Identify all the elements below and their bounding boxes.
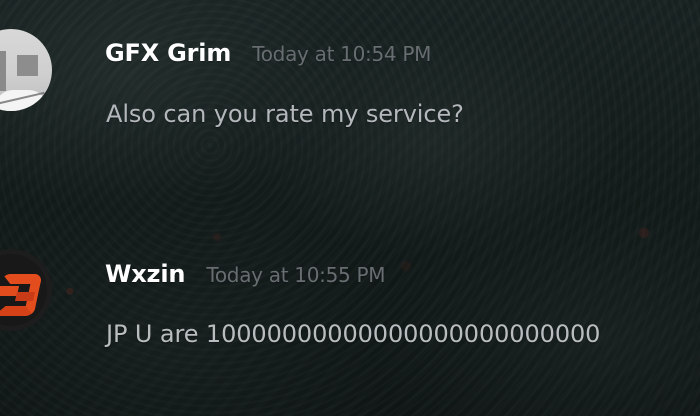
chat-message: GFX Grim Today at 10:54 PM Also can you …	[0, 29, 700, 151]
message-text: Also can you rate my service?	[106, 100, 464, 128]
message-header: GFX Grim Today at 10:54 PM	[105, 41, 431, 65]
message-text: JP U are 10000000000000000000000000	[106, 320, 601, 348]
username[interactable]: Wxzin	[105, 262, 185, 286]
chat-message: Wxzin Today at 10:55 PM JP U are 1000000…	[0, 242, 700, 362]
username[interactable]: GFX Grim	[105, 41, 231, 65]
avatar-graphic-block	[17, 55, 38, 76]
avatar-graphic-line	[0, 51, 6, 91]
timestamp: Today at 10:55 PM	[206, 263, 386, 287]
avatar-logo-bar-secondary	[15, 292, 35, 301]
timestamp: Today at 10:54 PM	[252, 42, 432, 66]
gfx-grim-avatar-icon[interactable]	[0, 29, 52, 111]
wxzin-avatar-icon[interactable]	[0, 249, 52, 331]
message-header: Wxzin Today at 10:55 PM	[105, 262, 386, 287]
